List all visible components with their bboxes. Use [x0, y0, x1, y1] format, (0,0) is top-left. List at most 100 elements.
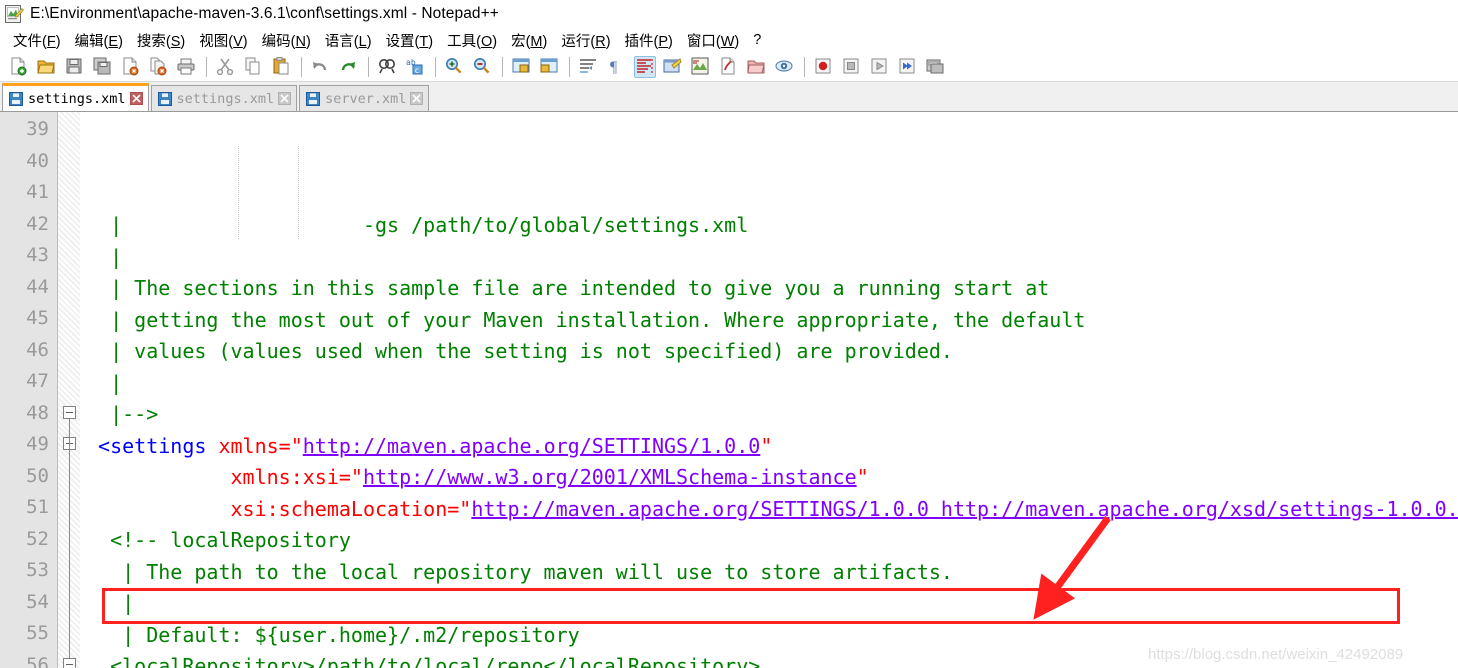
code-line[interactable]: xsi:schemaLocation="http://maven.apache.…: [86, 494, 1458, 526]
tab-close-icon[interactable]: [410, 92, 424, 105]
tab-close-icon[interactable]: [278, 92, 292, 105]
paste-icon[interactable]: [271, 56, 293, 78]
menu-item-label: 窗口(W): [686, 33, 740, 50]
menu-item-n[interactable]: 编码(N): [255, 30, 318, 51]
document-map-icon[interactable]: [690, 56, 712, 78]
title-bar: E:\Environment\apache-maven-3.6.1\conf\s…: [0, 0, 1458, 28]
save-all-icon[interactable]: [92, 56, 114, 78]
tab-close-icon[interactable]: [129, 92, 143, 105]
code-line[interactable]: | The sections in this sample file are i…: [86, 273, 1458, 305]
fold-row[interactable]: [58, 366, 80, 398]
user-defined-language-icon[interactable]: [662, 56, 684, 78]
toolbar: ab c ¶: [0, 52, 1458, 82]
code-line[interactable]: <localRepository>/path/to/local/repo</lo…: [86, 651, 1458, 668]
notepad-plus-plus-icon: [4, 4, 24, 24]
fold-margin[interactable]: [58, 112, 80, 668]
line-number: 51: [26, 496, 49, 518]
fold-row[interactable]: [58, 114, 80, 146]
indent-guideline-icon[interactable]: [634, 55, 656, 78]
line-number: 39: [26, 118, 49, 140]
code-token: xmlns=: [218, 433, 291, 458]
toolbar-separator: [368, 56, 369, 77]
zoom-in-icon[interactable]: [444, 56, 466, 78]
function-list-icon[interactable]: [718, 56, 740, 78]
code-line[interactable]: | values (values used when the setting i…: [86, 336, 1458, 368]
code-line[interactable]: | getting the most out of your Maven ins…: [86, 305, 1458, 337]
sync-vertical-scroll-icon[interactable]: [511, 56, 533, 78]
menu-item-f[interactable]: 文件(F): [6, 30, 68, 51]
tab-label: server.xml: [325, 90, 407, 107]
menu-item-t[interactable]: 设置(T): [379, 30, 441, 51]
code-token: |: [86, 370, 123, 395]
print-icon[interactable]: [176, 56, 198, 78]
play-macro-icon[interactable]: [869, 56, 891, 78]
replace-icon[interactable]: ab c: [405, 56, 427, 78]
fold-row[interactable]: [58, 209, 80, 241]
code-token: <localRepository>/path/to/local/repo</lo…: [86, 654, 761, 668]
code-line[interactable]: | The path to the local repository maven…: [86, 557, 1458, 589]
monitoring-icon[interactable]: [774, 56, 796, 78]
tab-1[interactable]: settings.xml: [2, 83, 149, 111]
stop-macro-icon[interactable]: [841, 56, 863, 78]
code-line[interactable]: |: [86, 588, 1458, 620]
code-line[interactable]: | -gs /path/to/global/settings.xml: [86, 210, 1458, 242]
menu-item-v[interactable]: 视图(V): [192, 30, 254, 51]
code-line[interactable]: |: [86, 368, 1458, 400]
menu-item-e[interactable]: 编辑(E): [68, 30, 130, 51]
menu-item-w[interactable]: 窗口(W): [680, 30, 746, 51]
menu-item-s[interactable]: 搜索(S): [130, 30, 192, 51]
find-icon[interactable]: [377, 56, 399, 78]
line-number: 40: [26, 149, 49, 172]
close-all-files-icon[interactable]: [148, 56, 170, 78]
menu-item-label: 设置(T): [385, 33, 434, 50]
code-line[interactable]: xmlns:xsi="http://www.w3.org/2001/XMLSch…: [86, 462, 1458, 494]
menu-item-help[interactable]: ?: [746, 32, 768, 48]
fold-row[interactable]: [58, 272, 80, 304]
menu-item-label: 语言(L): [324, 33, 372, 50]
show-all-characters-icon[interactable]: ¶: [606, 56, 628, 78]
menu-item-label: 工具(O): [447, 33, 498, 50]
folder-as-workspace-icon[interactable]: [746, 56, 768, 78]
word-wrap-icon[interactable]: [578, 56, 600, 78]
menu-item-m[interactable]: 宏(M): [504, 30, 554, 51]
menu-item-l[interactable]: 语言(L): [318, 30, 379, 51]
open-file-icon[interactable]: [36, 56, 58, 78]
svg-text:¶: ¶: [610, 59, 618, 76]
editor-area[interactable]: 39 40 41 42 43 44 45 46 47 48 49 50 51 52 53 54 55 56 | -…: [0, 112, 1458, 668]
fold-row[interactable]: [58, 146, 80, 178]
redo-icon[interactable]: [338, 56, 360, 78]
undo-icon[interactable]: [310, 56, 332, 78]
tab-2[interactable]: settings.xml: [150, 85, 298, 111]
code-line[interactable]: <!-- localRepository: [86, 525, 1458, 557]
fold-collapse-icon[interactable]: [63, 657, 76, 668]
code-token: ": [290, 433, 303, 458]
fold-row[interactable]: [58, 240, 80, 272]
code-line[interactable]: |: [86, 242, 1458, 274]
record-macro-icon[interactable]: [813, 56, 835, 78]
indent-guide: [298, 146, 299, 240]
zoom-out-icon[interactable]: [472, 56, 494, 78]
code-content[interactable]: | -gs /path/to/global/settings.xml | | T…: [80, 112, 1458, 668]
tab-3[interactable]: server.xml: [299, 85, 430, 111]
code-line[interactable]: |-->: [86, 399, 1458, 431]
fold-row[interactable]: [58, 177, 80, 209]
save-icon[interactable]: [64, 56, 86, 78]
close-file-icon[interactable]: [120, 56, 142, 78]
save-macro-icon[interactable]: [925, 56, 947, 78]
svg-text:c: c: [415, 66, 420, 75]
line-number-gutter: 39 40 41 42 43 44 45 46 47 48 49 50 51 52 53 54 55 56: [0, 112, 58, 668]
code-line[interactable]: <settings xmlns="http://maven.apache.org…: [86, 431, 1458, 463]
menu-item-p[interactable]: 插件(P): [618, 30, 680, 51]
menu-item-label: 搜索(S): [136, 33, 186, 50]
fold-row[interactable]: [58, 303, 80, 335]
run-macro-multiple-icon[interactable]: [897, 56, 919, 78]
code-line[interactable]: | Default: ${user.home}/.m2/repository: [86, 620, 1458, 652]
fold-row[interactable]: [58, 335, 80, 367]
sync-horizontal-scroll-icon[interactable]: [539, 56, 561, 78]
menu-item-o[interactable]: 工具(O): [440, 30, 504, 51]
menu-item-label: 编辑(E): [74, 33, 123, 50]
copy-icon[interactable]: [243, 56, 265, 78]
cut-icon[interactable]: [215, 56, 237, 78]
new-file-icon[interactable]: [8, 56, 30, 78]
menu-item-r[interactable]: 运行(R): [554, 30, 617, 51]
